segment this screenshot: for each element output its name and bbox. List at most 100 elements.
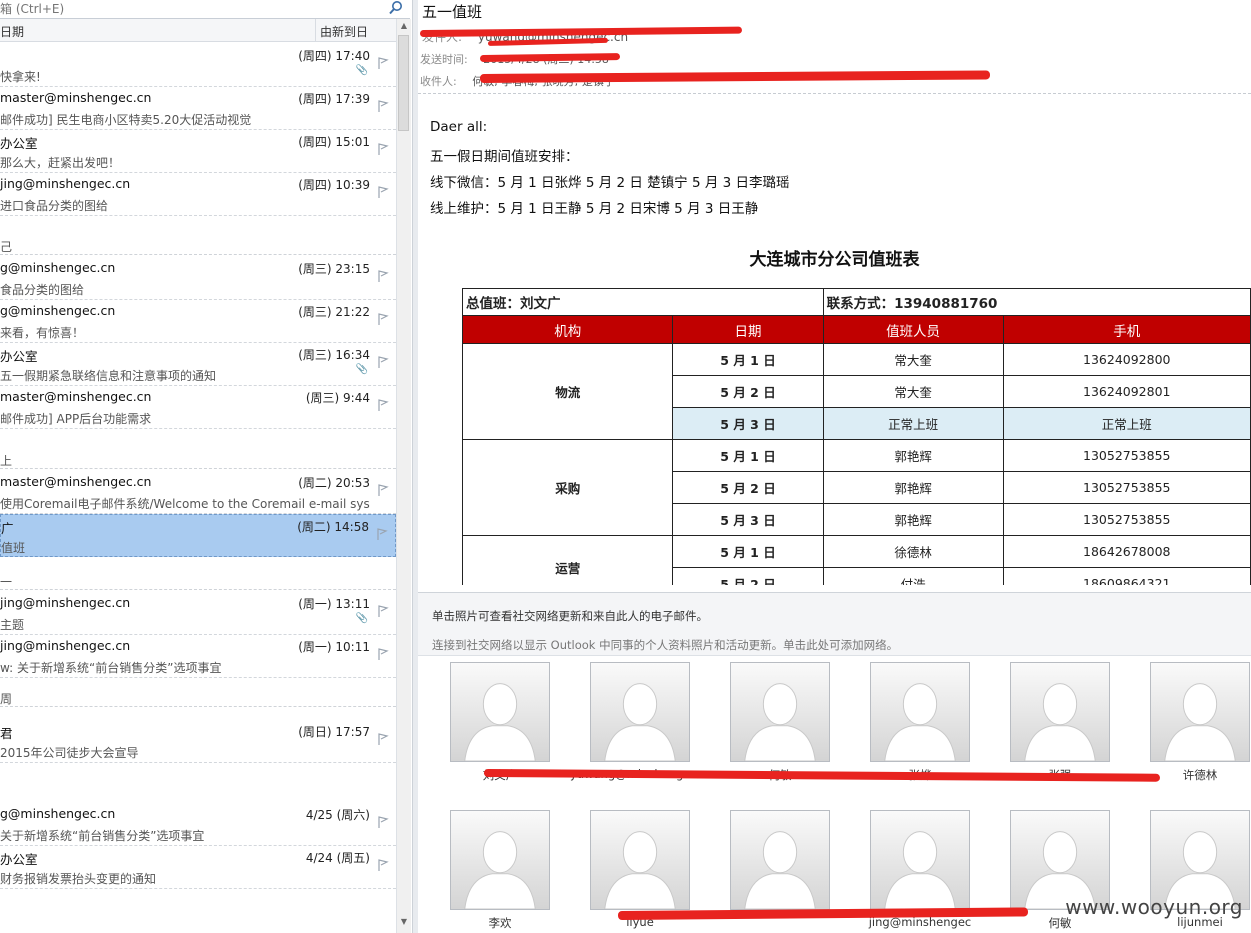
flag-icon[interactable] xyxy=(376,858,390,872)
mail-item[interactable]: master@minshengec.cn 使用Coremail电子邮件系统/Wel… xyxy=(0,471,396,514)
person-card[interactable]: 许德林 xyxy=(1150,662,1250,782)
header-phone: 手机 xyxy=(1002,315,1251,344)
scroll-up-icon[interactable]: ▲ xyxy=(397,19,411,33)
flag-icon[interactable] xyxy=(376,312,390,326)
mail-item[interactable]: g@minshengec.cn 关于新增系统“前台销售分类”选项事宜 4/25 (周… xyxy=(0,803,396,846)
date-group-header[interactable]: 上 xyxy=(0,452,396,469)
date-group-label: 一 xyxy=(0,575,13,589)
person-photo-icon[interactable] xyxy=(590,662,690,762)
flag-icon[interactable] xyxy=(376,269,390,283)
person-card[interactable]: 刘文广 xyxy=(450,662,550,782)
search-icon[interactable] xyxy=(388,0,404,16)
date-cell: 5 月 1 日 xyxy=(672,343,824,376)
mail-item[interactable]: master@minshengec.cn 邮件成功] APP后台功能需求 (周三) … xyxy=(0,386,396,429)
mail-item[interactable]: g@minshengec.cn 食品分类的图给 (周三) 23:15 xyxy=(0,257,396,300)
mail-subject-preview: 主题 xyxy=(0,618,25,632)
flag-icon[interactable] xyxy=(376,732,390,746)
flag-icon[interactable] xyxy=(376,647,390,661)
mail-item[interactable]: 办公室 五一假期紧急联络信息和注意事项的通知 (周三) 16:34 📎 xyxy=(0,343,396,386)
search-input[interactable] xyxy=(0,0,380,17)
mail-item[interactable]: 广值班 (周二) 14:58 xyxy=(0,514,396,557)
mail-item[interactable]: jing@minshengec.cn 进口食品分类的图给 (周四) 10:39 xyxy=(0,173,396,216)
mail-subject-preview: 财务报销发票抬头变更的通知 xyxy=(0,872,157,886)
flag-icon[interactable] xyxy=(376,398,390,412)
mail-item[interactable]: g@minshengec.cn 来看，有惊喜！ (周三) 21:22 xyxy=(0,300,396,343)
flag-icon[interactable] xyxy=(376,142,390,156)
person-cell: 郭艳辉 xyxy=(822,471,1004,504)
date-cell: 5 月 3 日 xyxy=(672,407,824,440)
person-card[interactable]: 李欢 xyxy=(450,810,550,930)
person-photo-icon[interactable] xyxy=(730,810,830,910)
flag-icon[interactable] xyxy=(376,185,390,199)
person-card[interactable]: 张烨 xyxy=(870,662,970,782)
person-cell: 徐德林 xyxy=(822,535,1004,568)
person-card[interactable]: 何敏 xyxy=(730,662,830,782)
person-photo-icon[interactable] xyxy=(450,810,550,910)
phone-cell: 13624092800 xyxy=(1002,343,1251,376)
date-group-header[interactable]: 一 xyxy=(0,573,396,590)
mail-item[interactable]: jing@minshengec.cn 主题 (周一) 13:11 📎 xyxy=(0,592,396,635)
mail-sender: master@minshengec.cn xyxy=(0,90,152,105)
date-group-header[interactable]: 己 xyxy=(0,238,396,255)
flag-icon[interactable] xyxy=(376,604,390,618)
add-network-link[interactable]: 连接到社交网络以显示 Outlook 中同事的个人资料照片和活动更新。单击此处可… xyxy=(432,637,898,653)
person-photo-icon[interactable] xyxy=(730,662,830,762)
mail-sender: jing@minshengec.cn xyxy=(0,638,131,653)
duty-row: 采购 5 月 1 日郭艳辉 13052753855 xyxy=(461,439,1251,536)
mail-subject-preview: 使用Coremail电子邮件系统/Welcome to the Coremail… xyxy=(0,497,370,511)
flag-icon[interactable] xyxy=(376,56,390,70)
flag-icon[interactable] xyxy=(376,99,390,113)
mail-item[interactable]: 快拿来! (周四) 17:40 📎 xyxy=(0,44,396,87)
mail-time: (周四) 15:01 xyxy=(298,135,370,149)
phone-cell: 13052753855 xyxy=(1002,439,1251,472)
message-list-pane: 日期 由新到日 己上一周 快拿来! (周四) 17:40 📎 master@minshe… xyxy=(0,0,412,933)
sort-order-button[interactable]: 由新到日 xyxy=(315,19,397,41)
person-cell: 付浩 xyxy=(822,567,1004,585)
person-photo-icon[interactable] xyxy=(870,810,970,910)
list-scrollbar[interactable]: ▲ ▼ xyxy=(396,19,411,933)
mail-sender: 办公室 xyxy=(0,349,38,364)
date-group-label: 上 xyxy=(0,454,13,468)
message-items: 己上一周 快拿来! (周四) 17:40 📎 master@minshengec.cn 邮… xyxy=(0,42,396,933)
mail-time: (周四) 17:40 xyxy=(298,49,370,63)
mail-item[interactable]: master@minshengec.cn 邮件成功] 民生电商小区特卖5.20大促… xyxy=(0,87,396,130)
column-date[interactable]: 日期 xyxy=(0,23,24,40)
contact-info: 联系方式：13940881760 xyxy=(822,288,1251,316)
person-photo-icon[interactable] xyxy=(590,810,690,910)
header-separator xyxy=(418,93,1251,94)
mail-sender: 广 xyxy=(1,521,14,536)
list-column-header: 日期 由新到日 xyxy=(0,19,396,42)
date-group-label: 周 xyxy=(0,692,13,706)
flag-icon[interactable] xyxy=(376,483,390,497)
date-group-label: 己 xyxy=(0,240,13,254)
person-card[interactable]: 张强 xyxy=(1010,662,1110,782)
mail-item[interactable]: 君 2015年公司徒步大会宣导 (周日) 17:57 xyxy=(0,720,396,763)
mail-time: (周四) 10:39 xyxy=(298,178,370,192)
mail-item[interactable]: 办公室 财务报销发票抬头变更的通知 4/24 (周五) xyxy=(0,846,396,889)
mail-sender: g@minshengec.cn xyxy=(0,806,116,821)
date-group-header[interactable]: 周 xyxy=(0,690,396,707)
phone-cell: 13052753855 xyxy=(1002,503,1251,536)
flag-icon[interactable] xyxy=(375,527,389,541)
flag-icon[interactable] xyxy=(376,355,390,369)
flag-icon[interactable] xyxy=(376,815,390,829)
mail-sender: 办公室 xyxy=(0,136,38,151)
person-photo-icon[interactable] xyxy=(450,662,550,762)
sent-label: 发送时间: xyxy=(420,53,468,66)
person-photo-icon[interactable] xyxy=(1150,662,1250,762)
person-photo-icon[interactable] xyxy=(1010,662,1110,762)
scroll-down-icon[interactable]: ▼ xyxy=(397,915,411,929)
person-cell: 常大奎 xyxy=(822,375,1004,408)
person-card[interactable]: yuwang@minshengec.cn xyxy=(570,662,710,781)
person-cell: 正常上班 xyxy=(822,407,1004,440)
mail-item[interactable]: 办公室 那么大，赶紧出发吧！ (周四) 15:01 xyxy=(0,130,396,173)
mail-subject: 五一值班 xyxy=(422,3,483,21)
mail-item[interactable]: jing@minshengec.cn w: 关于新增系统“前台销售分类”选项事宜 (… xyxy=(0,635,396,678)
date-cell: 5 月 1 日 xyxy=(672,535,824,568)
person-photo-icon[interactable] xyxy=(870,662,970,762)
duty-row: 运营 5 月 1 日徐德林 18642678008 xyxy=(461,535,1251,585)
mail-subject-preview: 五一假期紧急联络信息和注意事项的通知 xyxy=(0,369,217,383)
sort-order-label: 由新到日 xyxy=(320,25,369,39)
attachment-icon: 📎 xyxy=(355,65,368,76)
scroll-thumb[interactable] xyxy=(398,35,409,131)
